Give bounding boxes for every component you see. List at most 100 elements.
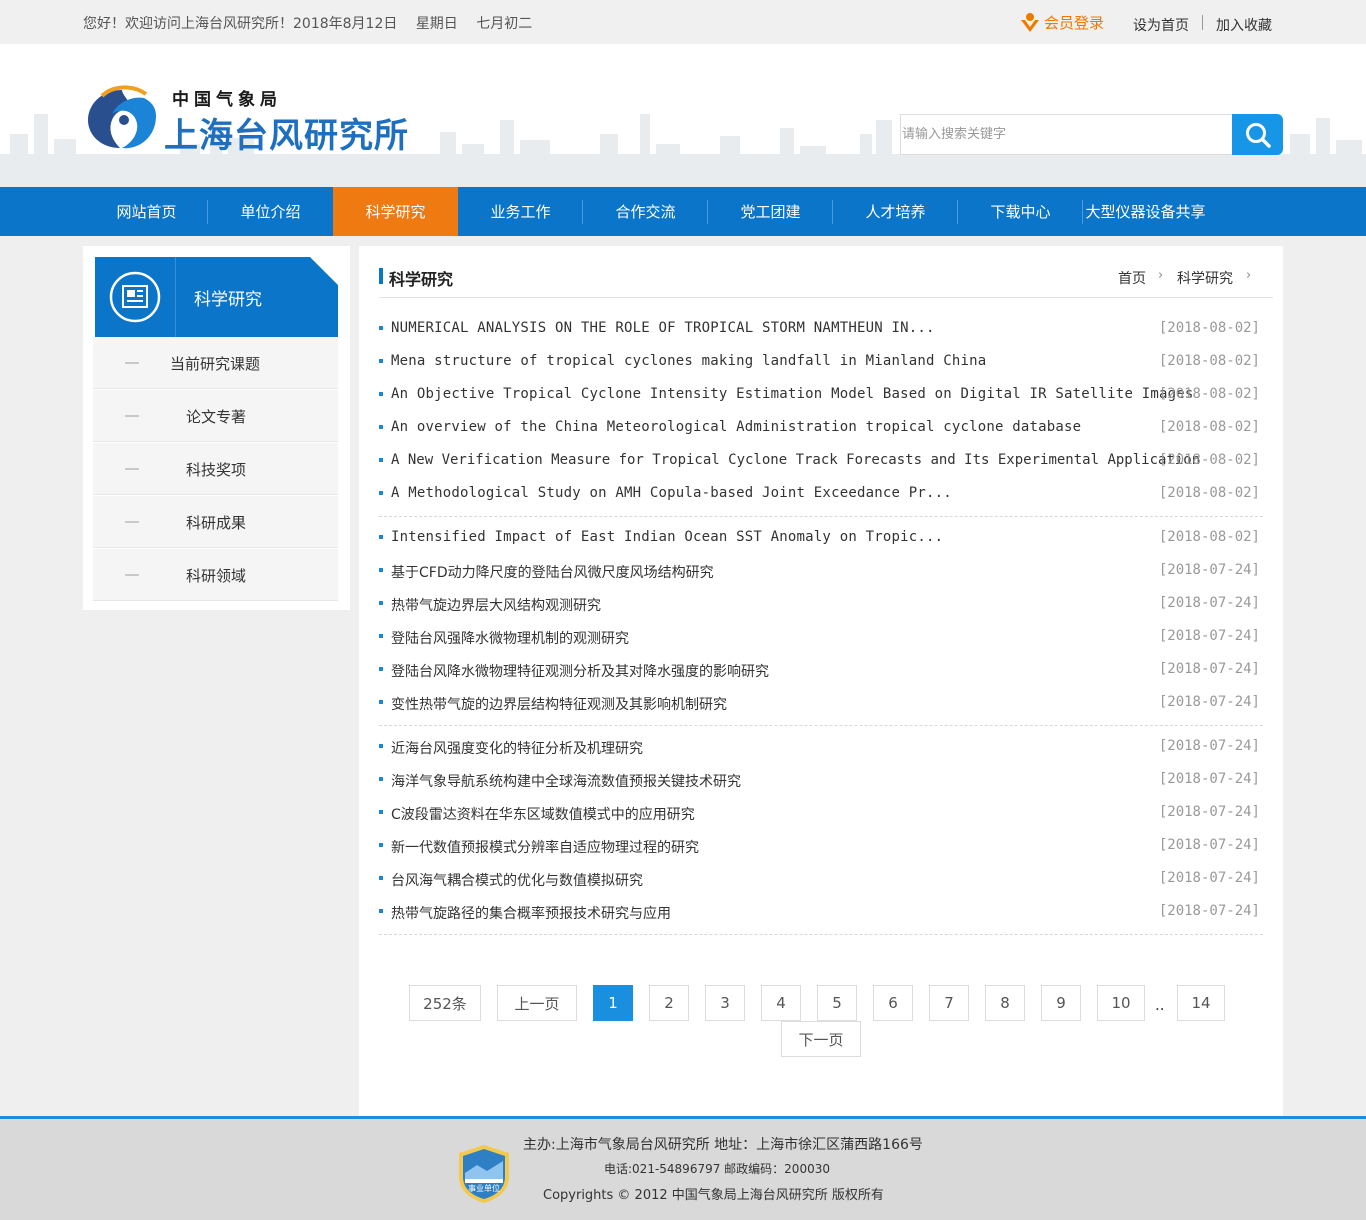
sidebar-item-label: 论文专著 (186, 408, 247, 426)
news-title-link[interactable]: 登陆台风降水微物理特征观测分析及其对降水强度的影响研究 (391, 661, 769, 681)
breadcrumb-home[interactable]: 首页 (1118, 268, 1146, 288)
welcome-text: 您好！欢迎访问上海台风研究所！2018年8月12日 星期日 七月初二 (83, 13, 546, 33)
page-title: 科学研究 (389, 270, 454, 289)
footer-copyright: Copyrights © 2012 中国气象局上海台风研究所 版权所有 (543, 1188, 884, 1203)
pager-ellipsis: .. (1155, 996, 1165, 1014)
news-title-link[interactable]: 变性热带气旋的边界层结构特征观测及其影响机制研究 (391, 694, 727, 714)
news-date: [2018-07-24] (1158, 837, 1260, 853)
bullet-icon (379, 876, 383, 880)
nav-item-operations[interactable]: 业务工作 (458, 187, 583, 236)
news-title-link[interactable]: 近海台风强度变化的特征分析及机理研究 (391, 738, 643, 758)
news-title-link[interactable]: 热带气旋边界层大风结构观测研究 (391, 595, 601, 615)
title-accent-bar (379, 268, 383, 284)
nav-item-talent[interactable]: 人才培养 (833, 187, 958, 236)
top-bar: 您好！欢迎访问上海台风研究所！2018年8月12日 星期日 七月初二 会员登录 … (0, 0, 1366, 44)
news-title-link[interactable]: A New Verification Measure for Tropical … (391, 452, 1200, 468)
sidebar-item-label: 科技奖项 (186, 461, 247, 479)
pager-next-button[interactable]: 下一页 (781, 1021, 861, 1057)
pager-page-4[interactable]: 4 (761, 985, 801, 1021)
bullet-icon (379, 909, 383, 913)
nav-item-downloads[interactable]: 下载中心 (958, 187, 1083, 236)
nav-item-party[interactable]: 党工团建 (708, 187, 833, 236)
greeting-date: 您好！欢迎访问上海台风研究所！2018年8月12日 (83, 16, 398, 32)
org-name: 上海台风研究所 (164, 116, 409, 156)
nav-item-instruments[interactable]: 大型仪器设备共享 (1083, 187, 1208, 236)
news-item: 基于CFD动力降尺度的登陆台风微尺度风场结构研究 [2018-07-24] (379, 555, 1263, 588)
lunar-date: 七月初二 (476, 16, 533, 32)
set-home-link[interactable]: 设为首页 (1133, 15, 1189, 35)
footer-contact: 电话:021-54896797 邮政编码：200030 (604, 1162, 830, 1176)
bullet-icon (379, 458, 383, 462)
news-title-link[interactable]: A Methodological Study on AMH Copula-bas… (391, 485, 952, 501)
pager-prev-button[interactable]: 上一页 (497, 985, 577, 1021)
news-item: 台风海气耦合模式的优化与数值模拟研究 [2018-07-24] (379, 863, 1263, 896)
sidebar-title: 科学研究 (194, 290, 262, 310)
nav-item-cooperation[interactable]: 合作交流 (583, 187, 708, 236)
news-date: [2018-08-02] (1158, 419, 1260, 435)
bullet-icon (379, 700, 383, 704)
news-title-link[interactable]: 新一代数值预报模式分辨率自适应物理过程的研究 (391, 837, 699, 857)
news-title-link[interactable]: 基于CFD动力降尺度的登陆台风微尺度风场结构研究 (391, 562, 714, 582)
breadcrumb-chevron-icon: › (1246, 268, 1252, 283)
news-item: 登陆台风降水微物理特征观测分析及其对降水强度的影响研究 [2018-07-24] (379, 654, 1263, 687)
bullet-icon (379, 425, 383, 429)
bullet-icon (379, 667, 383, 671)
pager-page-10[interactable]: 10 (1097, 985, 1145, 1021)
pager-page-last[interactable]: 14 (1177, 985, 1225, 1021)
news-title-link[interactable]: Intensified Impact of East Indian Ocean … (391, 529, 943, 545)
sidebar-item-achievements[interactable]: 科研成果 (93, 496, 338, 548)
search-button[interactable] (1232, 114, 1283, 155)
news-title-link[interactable]: 海洋气象导航系统构建中全球海流数值预报关键技术研究 (391, 771, 741, 791)
nav-item-home[interactable]: 网站首页 (84, 187, 209, 236)
bullet-icon (379, 568, 383, 572)
pager-page-5[interactable]: 5 (817, 985, 857, 1021)
site-header: 中国气象局 上海台风研究所 (0, 44, 1366, 187)
pager-page-3[interactable]: 3 (705, 985, 745, 1021)
news-date: [2018-07-24] (1158, 771, 1260, 787)
group-divider (379, 725, 1263, 726)
news-date: [2018-07-24] (1158, 628, 1260, 644)
news-date: [2018-08-02] (1158, 320, 1260, 336)
footer-sponsor-address: 主办:上海市气象局台风研究所 地址：上海市徐汇区蒲西路166号 (523, 1137, 923, 1153)
search-input[interactable] (900, 114, 1233, 155)
pager-page-9[interactable]: 9 (1041, 985, 1081, 1021)
news-date: [2018-07-24] (1158, 903, 1260, 919)
pager-page-6[interactable]: 6 (873, 985, 913, 1021)
weekday: 星期日 (415, 16, 458, 32)
breadcrumb-current[interactable]: 科学研究 (1177, 268, 1233, 288)
news-title-link[interactable]: Mena structure of tropical cyclones maki… (391, 353, 986, 369)
news-title-link[interactable]: An Objective Tropical Cyclone Intensity … (391, 386, 1193, 402)
news-title-link[interactable]: 台风海气耦合模式的优化与数值模拟研究 (391, 870, 643, 890)
badge-text: 事业单位 (468, 1183, 500, 1193)
dash-icon (125, 415, 139, 417)
news-title-link[interactable]: 热带气旋路径的集合概率预报技术研究与应用 (391, 903, 671, 923)
sidebar-item-awards[interactable]: 科技奖项 (93, 443, 338, 495)
bullet-icon (379, 326, 383, 330)
pager-page-7[interactable]: 7 (929, 985, 969, 1021)
news-date: [2018-07-24] (1158, 661, 1260, 677)
sidebar-header-divider (175, 257, 176, 337)
pager-page-2[interactable]: 2 (649, 985, 689, 1021)
pager-page-8[interactable]: 8 (985, 985, 1025, 1021)
sidebar-item-fields[interactable]: 科研领域 (93, 549, 338, 601)
add-favorite-link[interactable]: 加入收藏 (1216, 15, 1272, 35)
content-header: 科学研究 首页 › 科学研究 › (379, 260, 1273, 298)
dash-icon (125, 574, 139, 576)
bullet-icon (379, 634, 383, 638)
bullet-icon (379, 777, 383, 781)
news-title-link[interactable]: NUMERICAL ANALYSIS ON THE ROLE OF TROPIC… (391, 320, 935, 336)
news-title-link[interactable]: 登陆台风强降水微物理机制的观测研究 (391, 628, 629, 648)
news-title-link[interactable]: An overview of the China Meteorological … (391, 419, 1081, 435)
pager-page-1[interactable]: 1 (593, 985, 633, 1021)
nav-item-about[interactable]: 单位介绍 (208, 187, 333, 236)
news-item: 热带气旋路径的集合概率预报技术研究与应用 [2018-07-24] (379, 896, 1263, 929)
top-divider (1202, 15, 1203, 30)
nav-item-research[interactable]: 科学研究 (333, 187, 458, 236)
news-date: [2018-08-02] (1158, 529, 1260, 545)
sidebar-item-current-projects[interactable]: 当前研究课题 (93, 337, 338, 389)
news-item: 海洋气象导航系统构建中全球海流数值预报关键技术研究 [2018-07-24] (379, 764, 1263, 797)
member-login-link[interactable]: 会员登录 (1020, 8, 1104, 36)
sidebar-item-papers[interactable]: 论文专著 (93, 390, 338, 442)
news-item: 新一代数值预报模式分辨率自适应物理过程的研究 [2018-07-24] (379, 830, 1263, 863)
news-title-link[interactable]: C波段雷达资料在华东区域数值模式中的应用研究 (391, 804, 695, 824)
